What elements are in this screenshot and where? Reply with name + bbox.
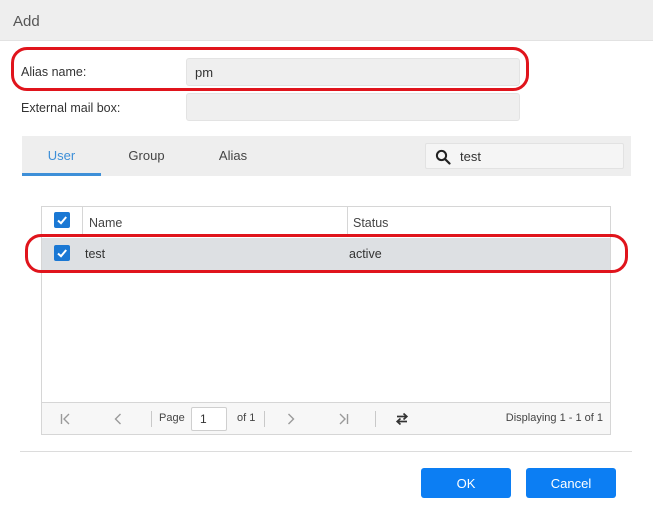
row-status-cell: active	[349, 247, 382, 261]
column-separator	[347, 207, 348, 237]
ok-button[interactable]: OK	[421, 468, 511, 498]
tab-group[interactable]: Group	[108, 136, 185, 176]
page-label: Page	[159, 412, 185, 424]
search-icon	[435, 149, 451, 165]
page-number-input[interactable]	[191, 407, 227, 431]
displaying-count: Displaying 1 - 1 of 1	[505, 412, 603, 424]
pager-separator	[264, 411, 265, 427]
grid-header: Name Status	[42, 207, 610, 237]
refresh-icon[interactable]	[394, 411, 410, 427]
pager-separator	[151, 411, 152, 427]
pager-toolbar: Page of 1 Displaying 1 - 1 of 1	[42, 402, 610, 434]
alias-name-label: Alias name:	[21, 65, 87, 79]
check-icon	[57, 216, 67, 225]
alias-name-input[interactable]	[186, 58, 520, 86]
column-header-status[interactable]: Status	[353, 216, 388, 230]
table-row[interactable]: test active	[42, 238, 610, 270]
search-box[interactable]	[425, 143, 624, 169]
column-separator	[82, 207, 83, 237]
user-grid: Name Status test active Page of 1	[41, 206, 611, 435]
select-all-checkbox[interactable]	[54, 212, 70, 228]
tab-bar: User Group Alias	[22, 136, 631, 176]
cancel-button[interactable]: Cancel	[526, 468, 616, 498]
page-count-label: of 1	[237, 412, 256, 424]
first-page-icon[interactable]	[58, 411, 74, 427]
row-checkbox[interactable]	[54, 245, 70, 261]
footer-divider	[20, 451, 632, 452]
row-name-cell: test	[85, 247, 106, 261]
external-mailbox-input[interactable]	[186, 93, 520, 121]
dialog-title: Add	[13, 13, 40, 30]
dialog-titlebar: Add	[0, 0, 653, 41]
prev-page-icon[interactable]	[110, 411, 126, 427]
next-page-icon[interactable]	[283, 411, 299, 427]
search-input[interactable]	[460, 147, 618, 165]
column-header-name[interactable]: Name	[89, 216, 122, 230]
check-icon	[57, 249, 67, 258]
last-page-icon[interactable]	[335, 411, 351, 427]
external-mailbox-label: External mail box:	[21, 101, 121, 115]
tab-alias[interactable]: Alias	[194, 136, 272, 176]
pager-separator	[375, 411, 376, 427]
tab-user[interactable]: User	[22, 136, 101, 176]
